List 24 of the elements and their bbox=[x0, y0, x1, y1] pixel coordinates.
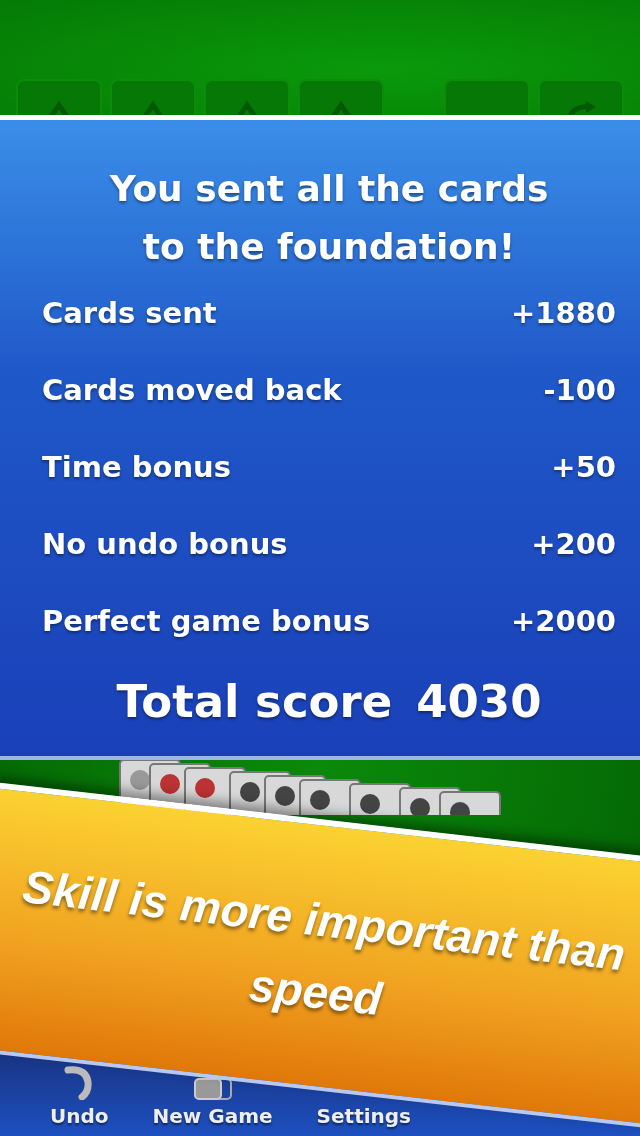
score-value: -100 bbox=[543, 373, 616, 407]
score-value: +2000 bbox=[511, 604, 616, 638]
banner-text: Skill is more important than speed bbox=[19, 859, 629, 1028]
total-value: 4030 bbox=[416, 675, 542, 728]
foundation-slot[interactable] bbox=[204, 79, 290, 115]
toolbar-button[interactable]: Settings bbox=[316, 1104, 411, 1128]
score-label: No undo bonus bbox=[42, 527, 288, 561]
foundation-slot[interactable] bbox=[16, 79, 102, 115]
score-label: Cards sent bbox=[42, 296, 217, 330]
stock-slot[interactable] bbox=[538, 79, 624, 115]
stock-slot[interactable] bbox=[444, 79, 530, 115]
score-label: Time bonus bbox=[42, 450, 231, 484]
results-title: You sent all the cards to the foundation! bbox=[108, 167, 550, 269]
toolbar-button[interactable]: Undo bbox=[50, 1066, 109, 1128]
undo-icon bbox=[64, 1066, 95, 1100]
score-value: +50 bbox=[551, 450, 616, 484]
foundation-slot[interactable] bbox=[298, 79, 384, 115]
score-value: +1880 bbox=[511, 296, 616, 330]
foundation-slot[interactable] bbox=[110, 79, 196, 115]
cards-icon bbox=[192, 1078, 233, 1100]
score-label: Perfect game bonus bbox=[42, 604, 371, 638]
total-label: Total score bbox=[116, 675, 393, 728]
score-label: Cards moved back bbox=[42, 373, 342, 407]
score-value: +200 bbox=[531, 527, 616, 561]
